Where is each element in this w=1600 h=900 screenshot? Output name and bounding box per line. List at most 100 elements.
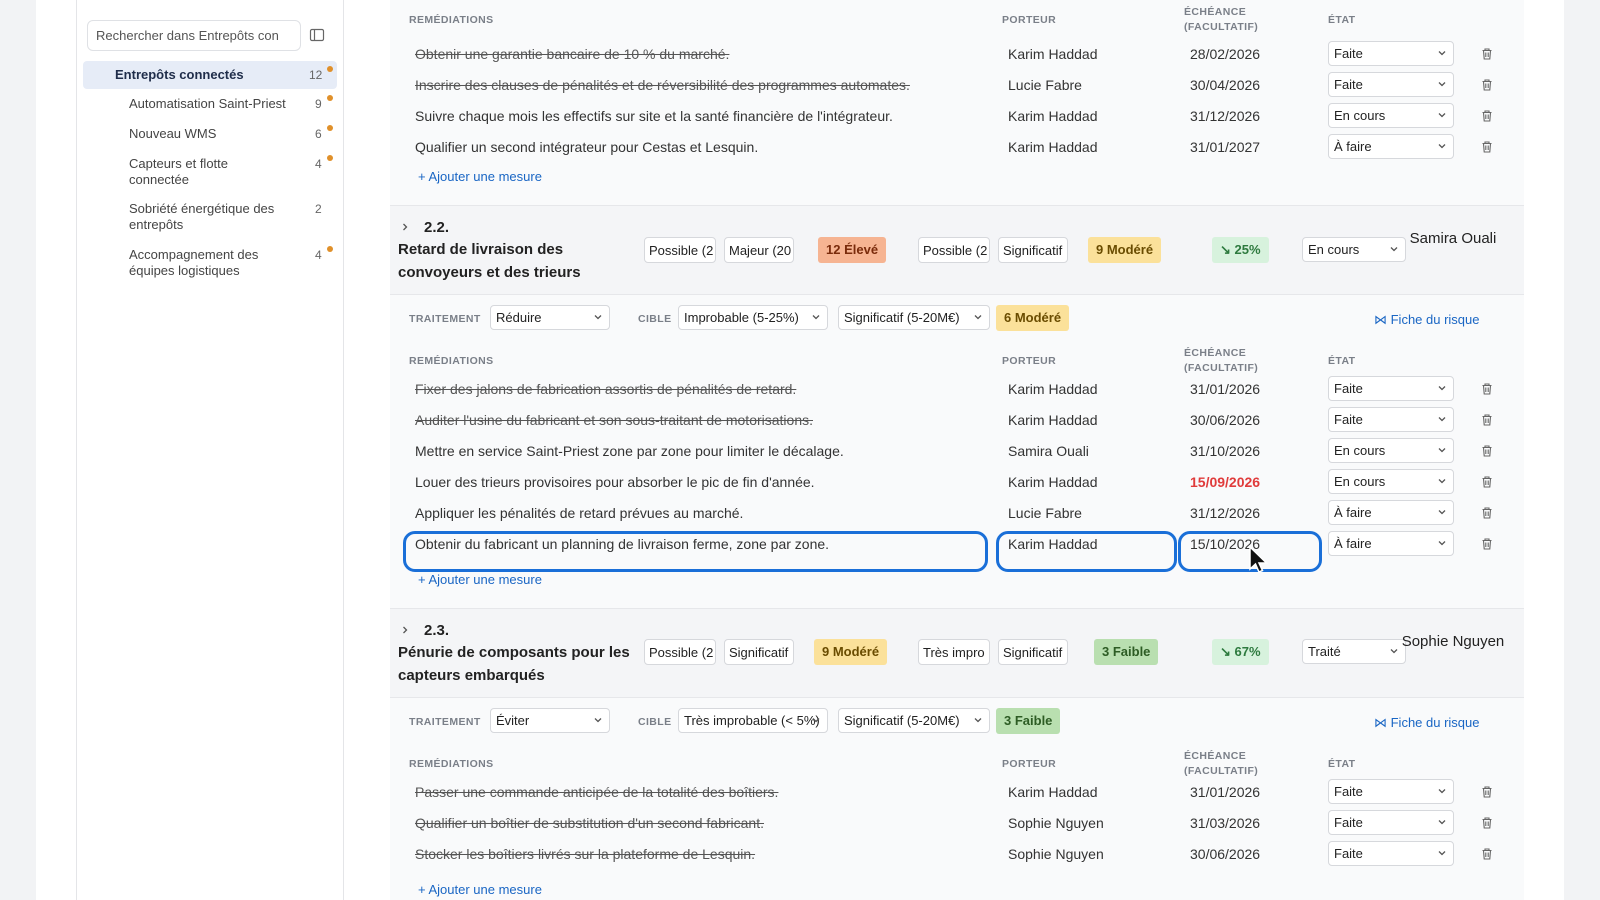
remediation-state-select[interactable]: Faite	[1328, 376, 1454, 401]
risk-sheet-link[interactable]: ⋈ Fiche du risque	[1374, 312, 1480, 328]
target-probability-select[interactable]: Très improbable (< 5%)	[678, 708, 828, 733]
remediation-state-select[interactable]: Faite	[1328, 779, 1454, 804]
delete-trash-icon[interactable]	[1480, 140, 1494, 154]
residual-impact-field[interactable]: Significatif	[998, 237, 1068, 263]
remediation-state-select[interactable]: À faire	[1328, 500, 1454, 525]
remediation-owner[interactable]: Samira Ouali	[1008, 443, 1089, 459]
impact-field[interactable]: Significatif	[724, 639, 794, 665]
delete-trash-icon[interactable]	[1480, 537, 1494, 551]
remediation-due-date[interactable]: 31/10/2026	[1190, 443, 1260, 459]
remediation-state-select[interactable]: Faite	[1328, 810, 1454, 835]
risk-status-select[interactable]: Traité	[1302, 639, 1406, 664]
remediation-due-date[interactable]: 28/02/2026	[1190, 46, 1260, 62]
remediation-owner[interactable]: Karim Haddad	[1008, 139, 1098, 155]
treatment-select[interactable]: Réduire	[490, 305, 610, 330]
remediation-owner[interactable]: Karim Haddad	[1008, 108, 1098, 124]
chevron-down-icon	[973, 715, 983, 725]
delete-trash-icon[interactable]	[1480, 475, 1494, 489]
delete-trash-icon[interactable]	[1480, 444, 1494, 458]
sidebar-item-nouveau-wms[interactable]: Nouveau WMS	[129, 126, 329, 142]
sidebar-toggle-icon[interactable]	[309, 27, 325, 43]
sidebar-item-entrepots-connectes[interactable]: Entrepôts connectés 12	[83, 61, 337, 89]
delete-trash-icon[interactable]	[1480, 847, 1494, 861]
residual-probability-field[interactable]: Très impro	[918, 639, 990, 665]
chevron-down-icon	[1437, 48, 1447, 58]
treatment-select[interactable]: Éviter	[490, 708, 610, 733]
remediation-owner[interactable]: Karim Haddad	[1008, 381, 1098, 397]
delete-trash-icon[interactable]	[1480, 816, 1494, 830]
residual-impact-field[interactable]: Significatif	[998, 639, 1068, 665]
remediation-due-date[interactable]: 30/04/2026	[1190, 77, 1260, 93]
chevron-right-icon[interactable]	[400, 625, 410, 635]
remediation-text[interactable]: Inscrire des clauses de pénalités et de …	[415, 77, 910, 93]
residual-probability-field[interactable]: Possible (2	[918, 237, 990, 263]
delete-trash-icon[interactable]	[1480, 413, 1494, 427]
sidebar-item-automatisation[interactable]: Automatisation Saint-Priest	[129, 96, 329, 112]
target-impact-select[interactable]: Significatif (5-20M€)	[838, 305, 990, 330]
remediation-owner[interactable]: Karim Haddad	[1008, 412, 1098, 428]
delete-trash-icon[interactable]	[1480, 506, 1494, 520]
remediation-text[interactable]: Stocker les boîtiers livrés sur la plate…	[415, 846, 755, 862]
sidebar-item-accompagnement[interactable]: Accompagnement des équipes logistiques	[129, 247, 299, 279]
risk-status-select[interactable]: En cours	[1302, 237, 1406, 262]
add-measure-link[interactable]: + Ajouter une mesure	[418, 169, 542, 184]
remediation-owner[interactable]: Sophie Nguyen	[1008, 815, 1104, 831]
remediation-text[interactable]: Mettre en service Saint-Priest zone par …	[415, 443, 844, 459]
remediation-state-select[interactable]: Faite	[1328, 841, 1454, 866]
remediation-text[interactable]: Qualifier un boîtier de substitution d'u…	[415, 815, 764, 831]
remediation-text[interactable]: Fixer des jalons de fabrication assortis…	[415, 381, 796, 397]
owner-field-focused[interactable]	[996, 531, 1177, 572]
remediation-state-select[interactable]: Faite	[1328, 41, 1454, 66]
delete-trash-icon[interactable]	[1480, 382, 1494, 396]
impact-field[interactable]: Majeur (20	[724, 237, 794, 263]
remediation-owner[interactable]: Karim Haddad	[1008, 474, 1098, 490]
remediation-text-field-focused[interactable]	[403, 531, 988, 572]
remediation-state-select[interactable]: Faite	[1328, 407, 1454, 432]
remediation-state-select[interactable]: À faire	[1328, 531, 1454, 556]
remediation-due-date[interactable]: 31/01/2027	[1190, 139, 1260, 155]
remediation-text[interactable]: Appliquer les pénalités de retard prévue…	[415, 505, 743, 521]
remediation-due-date[interactable]: 30/06/2026	[1190, 846, 1260, 862]
remediation-due-date[interactable]: 31/01/2026	[1190, 381, 1260, 397]
remediation-state-select[interactable]: En cours	[1328, 469, 1454, 494]
delete-trash-icon[interactable]	[1480, 78, 1494, 92]
remediation-owner[interactable]: Sophie Nguyen	[1008, 846, 1104, 862]
add-measure-link[interactable]: + Ajouter une mesure	[418, 882, 542, 897]
remediation-text[interactable]: Auditer l'usine du fabricant et son sous…	[415, 412, 813, 428]
remediation-text[interactable]: Obtenir une garantie bancaire de 10 % du…	[415, 46, 729, 62]
remediation-text[interactable]: Qualifier un second intégrateur pour Ces…	[415, 139, 758, 155]
risk-sheet-link[interactable]: ⋈ Fiche du risque	[1374, 715, 1480, 731]
remediation-owner[interactable]: Lucie Fabre	[1008, 77, 1082, 93]
delete-trash-icon[interactable]	[1480, 109, 1494, 123]
remediation-state-select[interactable]: Faite	[1328, 72, 1454, 97]
probability-field[interactable]: Possible (2	[644, 237, 716, 263]
risk-header-2-3[interactable]: 2.3. Pénurie de composants pour les capt…	[390, 608, 1524, 698]
chevron-right-icon[interactable]	[400, 222, 410, 232]
add-measure-link[interactable]: + Ajouter une mesure	[418, 572, 542, 587]
remediation-owner[interactable]: Lucie Fabre	[1008, 505, 1082, 521]
remediation-owner[interactable]: Karim Haddad	[1008, 784, 1098, 800]
target-impact-select[interactable]: Significatif (5-20M€)	[838, 708, 990, 733]
remediation-text[interactable]: Suivre chaque mois les effectifs sur sit…	[415, 108, 893, 124]
sidebar-item-capteurs[interactable]: Capteurs et flotte connectée	[129, 156, 269, 188]
remediation-due-date[interactable]: 15/09/2026	[1190, 474, 1260, 490]
probability-field[interactable]: Possible (2	[644, 639, 716, 665]
risk-header-2-2[interactable]: 2.2. Retard de livraison des convoyeurs …	[390, 205, 1524, 295]
remediation-due-date[interactable]: 30/06/2026	[1190, 412, 1260, 428]
search-input[interactable]: Rechercher dans Entrepôts con	[87, 20, 301, 51]
chevron-down-icon	[1437, 848, 1447, 858]
remediation-due-date[interactable]: 31/03/2026	[1190, 815, 1260, 831]
remediation-due-date[interactable]: 31/12/2026	[1190, 108, 1260, 124]
remediation-text[interactable]: Louer des trieurs provisoires pour absor…	[415, 474, 815, 490]
remediation-due-date[interactable]: 31/12/2026	[1190, 505, 1260, 521]
target-probability-select[interactable]: Improbable (5-25%)	[678, 305, 828, 330]
remediation-owner[interactable]: Karim Haddad	[1008, 46, 1098, 62]
remediation-state-select[interactable]: En cours	[1328, 103, 1454, 128]
remediation-state-select[interactable]: En cours	[1328, 438, 1454, 463]
remediation-state-select[interactable]: À faire	[1328, 134, 1454, 159]
sidebar-item-sobriete[interactable]: Sobriété énergétique des entrepôts	[129, 201, 299, 233]
delete-trash-icon[interactable]	[1480, 47, 1494, 61]
delete-trash-icon[interactable]	[1480, 785, 1494, 799]
remediation-text[interactable]: Passer une commande anticipée de la tota…	[415, 784, 778, 800]
remediation-due-date[interactable]: 31/01/2026	[1190, 784, 1260, 800]
